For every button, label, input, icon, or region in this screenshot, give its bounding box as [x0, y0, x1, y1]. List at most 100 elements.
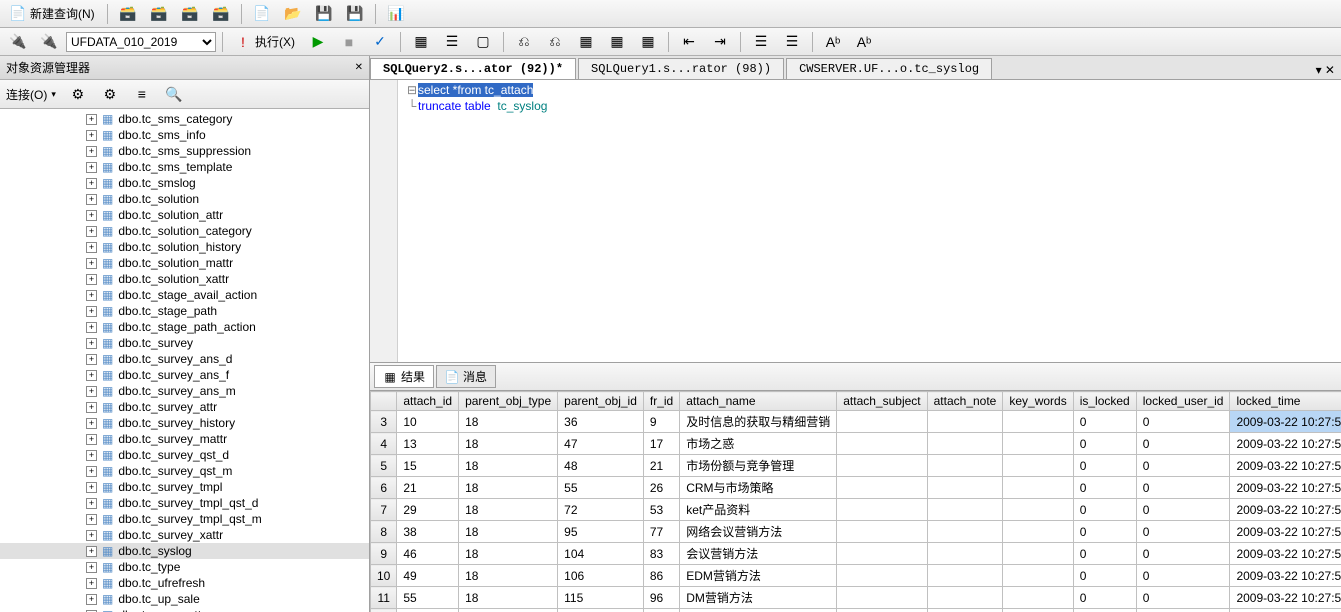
results-grid-wrap[interactable]: attach_idparent_obj_typeparent_obj_idfr_…	[370, 391, 1341, 612]
cell[interactable]	[837, 455, 927, 477]
row-number[interactable]: 10	[371, 565, 397, 587]
column-header[interactable]: attach_subject	[837, 392, 927, 411]
expand-icon[interactable]: +	[86, 226, 97, 237]
cell[interactable]: 0	[1073, 433, 1136, 455]
results-grid[interactable]: attach_idparent_obj_typeparent_obj_idfr_…	[370, 391, 1341, 612]
row-number[interactable]: 12	[371, 609, 397, 612]
tb-case2[interactable]: Aᵇ	[850, 31, 878, 53]
new-query-button[interactable]: 📄 新建查询(N)	[4, 2, 101, 25]
cell[interactable]: 18	[459, 477, 558, 499]
tb-open[interactable]: 📂	[279, 3, 307, 25]
expand-icon[interactable]: +	[86, 594, 97, 605]
cell[interactable]	[837, 411, 927, 433]
cell[interactable]	[1003, 565, 1073, 587]
cell[interactable]: 48	[558, 455, 644, 477]
cell[interactable]: ...	[837, 609, 927, 612]
tree-item[interactable]: +▦dbo.tc_survey_ans_m	[0, 383, 369, 399]
object-explorer-close[interactable]: ✕	[355, 62, 363, 73]
tree-item[interactable]: +▦dbo.tc_solution	[0, 191, 369, 207]
cell[interactable]	[927, 499, 1003, 521]
document-tab[interactable]: SQLQuery1.s...rator (98))	[578, 58, 784, 79]
tb-comment1[interactable]: ☰	[747, 31, 775, 53]
tb-p2[interactable]: ⎌	[541, 31, 569, 53]
expand-icon[interactable]: +	[86, 178, 97, 189]
oe-btn-4[interactable]: 🔍	[160, 83, 188, 105]
cell[interactable]	[927, 587, 1003, 609]
expand-icon[interactable]: +	[86, 274, 97, 285]
cell[interactable]: 96	[643, 587, 679, 609]
cell[interactable]	[1003, 433, 1073, 455]
expand-icon[interactable]: +	[86, 258, 97, 269]
tree-item[interactable]: +▦dbo.tc_sms_template	[0, 159, 369, 175]
cell[interactable]: 2009-03-22 10:27:55.753	[1230, 521, 1341, 543]
connect-label[interactable]: 连接(O)	[6, 86, 47, 103]
column-header[interactable]: attach_note	[927, 392, 1003, 411]
cell[interactable]: 13	[397, 433, 459, 455]
cell[interactable]: 0	[1136, 499, 1230, 521]
cell[interactable]: 77	[643, 521, 679, 543]
tb-new-file[interactable]: 📄	[248, 3, 276, 25]
cell[interactable]: 21	[397, 477, 459, 499]
tree-item[interactable]: +▦dbo.tc_survey	[0, 335, 369, 351]
cell[interactable]: 18	[459, 499, 558, 521]
tree-item[interactable]: +▦dbo.tc_up_sale	[0, 591, 369, 607]
cell[interactable]: 0	[1073, 543, 1136, 565]
cell[interactable]	[837, 477, 927, 499]
cell[interactable]: 网络会议营销方法	[680, 521, 837, 543]
cell[interactable]	[927, 543, 1003, 565]
cell[interactable]: 0	[1136, 411, 1230, 433]
cell[interactable]: 86	[643, 565, 679, 587]
cell[interactable]	[837, 433, 927, 455]
cell[interactable]: 18	[459, 587, 558, 609]
expand-icon[interactable]: +	[86, 146, 97, 157]
tb-save-all[interactable]: 💾	[341, 3, 369, 25]
expand-icon[interactable]: +	[86, 290, 97, 301]
fold-icon[interactable]: ⊟	[406, 82, 418, 98]
column-header[interactable]: fr_id	[643, 392, 679, 411]
tb-icon-1[interactable]: 🗃️	[114, 3, 142, 25]
tree-item[interactable]: +▦dbo.tc_survey_attr	[0, 399, 369, 415]
cell[interactable]: 0	[1136, 565, 1230, 587]
expand-icon[interactable]: +	[86, 498, 97, 509]
tree-item[interactable]: +▦dbo.tc_survey_ans_f	[0, 367, 369, 383]
cell[interactable]: 市场份额与竞争管理	[680, 455, 837, 477]
tree-item[interactable]: +▦dbo.tc_sms_info	[0, 127, 369, 143]
cell[interactable]: 26	[643, 477, 679, 499]
tb-p3[interactable]: ▦	[572, 31, 600, 53]
cell[interactable]: 46	[397, 543, 459, 565]
document-tab[interactable]: CWSERVER.UF...o.tc_syslog	[786, 58, 992, 79]
cell[interactable]	[1003, 455, 1073, 477]
cell[interactable]: 2009-03-22 10:27:55.753	[1230, 565, 1341, 587]
expand-icon[interactable]: +	[86, 210, 97, 221]
cell[interactable]: 21	[643, 455, 679, 477]
cell[interactable]	[1003, 609, 1073, 612]
expand-icon[interactable]: +	[86, 306, 97, 317]
cell[interactable]: 55	[558, 477, 644, 499]
run-button[interactable]: ▶	[304, 31, 332, 53]
tb-p1[interactable]: ⎌	[510, 31, 538, 53]
row-number[interactable]: 3	[371, 411, 397, 433]
cell[interactable]: 53	[643, 499, 679, 521]
tb-p4[interactable]: ▦	[603, 31, 631, 53]
cell[interactable]: 0	[1073, 499, 1136, 521]
tree-item[interactable]: +▦dbo.tc_stage_avail_action	[0, 287, 369, 303]
expand-icon[interactable]: +	[86, 434, 97, 445]
cell[interactable]: 2...	[643, 609, 679, 612]
row-number[interactable]: 11	[371, 587, 397, 609]
cell[interactable]: 0	[1136, 433, 1230, 455]
expand-icon[interactable]: +	[86, 418, 97, 429]
cell[interactable]	[1003, 477, 1073, 499]
tb-save[interactable]: 💾	[310, 3, 338, 25]
cell[interactable]	[837, 543, 927, 565]
cell[interactable]	[1003, 543, 1073, 565]
tree-item[interactable]: +▦dbo.tc_survey_history	[0, 415, 369, 431]
cell[interactable]	[837, 499, 927, 521]
cell[interactable]	[927, 455, 1003, 477]
cell[interactable]	[927, 565, 1003, 587]
cell[interactable]: ket产品资料	[680, 499, 837, 521]
tree-item[interactable]: +▦dbo.tc_type	[0, 559, 369, 575]
cell[interactable]: 0	[1073, 455, 1136, 477]
cell[interactable]: 18	[459, 565, 558, 587]
row-number[interactable]: 7	[371, 499, 397, 521]
cell[interactable]	[837, 587, 927, 609]
